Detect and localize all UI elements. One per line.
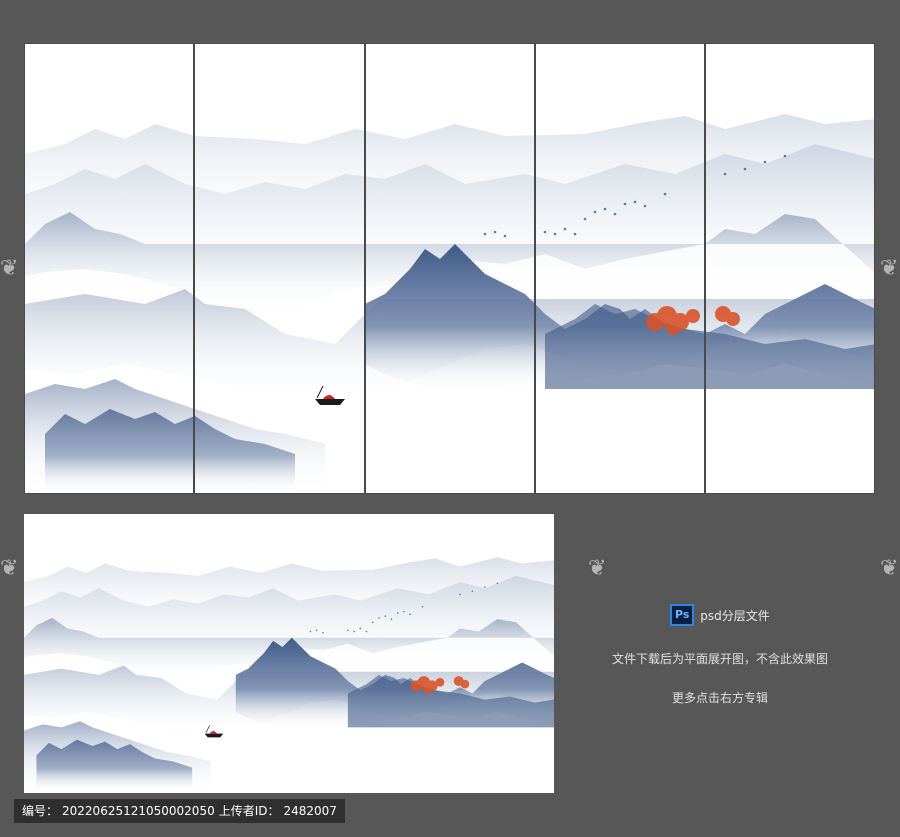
panel-strip [24,43,875,494]
uploader-label: 上传者ID： [218,804,280,818]
preview-image [24,514,554,793]
panel-2 [194,43,365,494]
id-label: 编号： [22,804,59,818]
watermark-icon: ❦ [880,556,899,581]
panel-3 [365,43,535,494]
panel-1 [24,43,194,494]
footer-bar: 编号： 20220625121050002050 上传者ID： 2482007 [14,799,345,823]
psd-row: Ps psd分层文件 [560,604,880,626]
info-line-album[interactable]: 更多点击右方专辑 [560,689,880,706]
watermark-icon: ❦ [588,556,607,581]
watermark-icon: ❦ [0,556,19,581]
id-value: 20220625121050002050 [62,804,215,818]
panel-5 [705,43,875,494]
panel-4 [535,43,705,494]
uploader-value: 2482007 [283,804,337,818]
photoshop-icon: Ps [670,604,695,626]
psd-label: psd分层文件 [700,608,770,623]
watermark-icon: ❦ [0,256,19,281]
info-line-download: 文件下载后为平面展开图，不含此效果图 [611,652,828,666]
watermark-icon: ❦ [880,256,899,281]
